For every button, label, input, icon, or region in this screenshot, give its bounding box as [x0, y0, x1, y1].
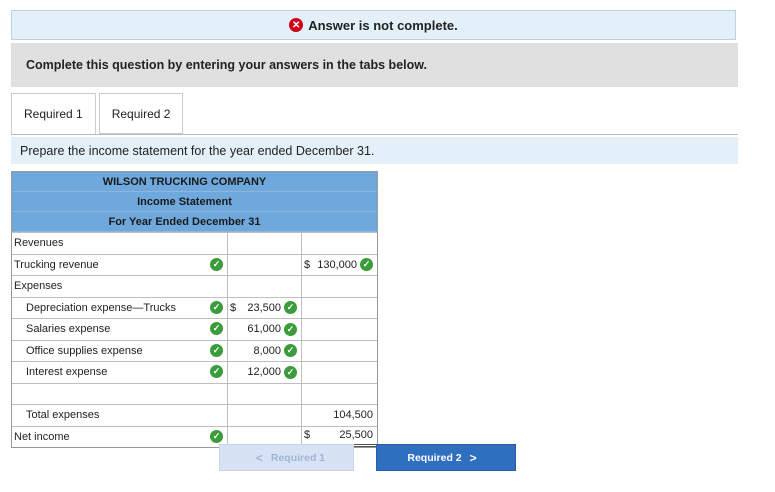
- depreciation-col2[interactable]: [301, 297, 377, 318]
- interest-col2[interactable]: [301, 362, 377, 383]
- tab-bar: Required 1 Required 2: [11, 93, 186, 135]
- office-supplies-account[interactable]: Office supplies expense ✓: [12, 341, 227, 362]
- check-icon: ✓: [210, 429, 223, 443]
- company-name: WILSON TRUCKING COMPANY: [12, 172, 377, 192]
- check-icon: ✓: [210, 365, 223, 378]
- interest-amount[interactable]: 12,000 ✓: [227, 362, 301, 383]
- check-icon: ✓: [210, 257, 223, 271]
- check-icon: ✓: [360, 258, 373, 272]
- trucking-revenue-row: Trucking revenue ✓ $ 130,000 ✓: [12, 253, 377, 276]
- question-prompt: Prepare the income statement for the yea…: [11, 137, 738, 164]
- interest-row: Interest expense ✓ 12,000 ✓: [12, 361, 377, 383]
- total-expenses-row: Total expenses 104,500: [12, 404, 377, 426]
- blank-col1[interactable]: [227, 383, 301, 404]
- tab-divider: [11, 134, 738, 135]
- check-icon: ✓: [284, 322, 297, 336]
- instructions: Complete this question by entering your …: [11, 43, 738, 87]
- office-supplies-amount[interactable]: 8,000 ✓: [227, 340, 301, 361]
- chevron-left-icon: <: [255, 450, 263, 465]
- trucking-revenue-account[interactable]: Trucking revenue ✓: [12, 255, 227, 276]
- office-supplies-row: Office supplies expense ✓ 8,000 ✓: [12, 339, 377, 362]
- blank-row: [12, 382, 377, 405]
- revenues-label: Revenues: [14, 237, 64, 250]
- check-icon: ✓: [210, 322, 223, 335]
- check-icon: ✓: [210, 343, 223, 357]
- office-supplies-col2[interactable]: [301, 340, 377, 361]
- x-circle-icon: ✕: [289, 18, 304, 32]
- trucking-revenue-col1[interactable]: [227, 254, 301, 275]
- revenues-heading-row: Revenues: [12, 232, 377, 254]
- currency-symbol: $: [304, 429, 311, 442]
- check-icon: ✓: [210, 300, 223, 314]
- income-statement-table: WILSON TRUCKING COMPANY Income Statement…: [11, 171, 378, 448]
- depreciation-row: Depreciation expense—Trucks ✓ $ 23,500 ✓: [12, 296, 377, 319]
- interest-account[interactable]: Interest expense ✓: [12, 362, 227, 383]
- depreciation-account[interactable]: Depreciation expense—Trucks ✓: [12, 298, 227, 319]
- blank-account[interactable]: [12, 384, 227, 405]
- expenses-label: Expenses: [14, 280, 63, 293]
- banner-text: Answer is not complete.: [308, 17, 458, 33]
- salaries-amount[interactable]: 61,000 ✓: [227, 319, 301, 340]
- next-required-2-button[interactable]: Required 2 >: [376, 444, 516, 471]
- statement-period: For Year Ended December 31: [12, 212, 377, 232]
- total-expenses-label: Total expenses: [26, 409, 100, 422]
- depreciation-amount[interactable]: $ 23,500 ✓: [227, 297, 301, 318]
- chevron-right-icon: >: [469, 450, 477, 465]
- trucking-revenue-amount[interactable]: $ 130,000 ✓: [301, 254, 377, 275]
- check-icon: ✓: [284, 344, 297, 358]
- tab-required-2[interactable]: Required 2: [98, 93, 184, 134]
- answer-status-banner: ✕ Answer is not complete.: [11, 10, 736, 40]
- salaries-col2[interactable]: [301, 319, 377, 340]
- statement-title: Income Statement: [12, 192, 377, 212]
- currency-symbol: $: [304, 258, 311, 271]
- salaries-row: Salaries expense ✓ 61,000 ✓: [12, 318, 377, 340]
- check-icon: ✓: [284, 301, 297, 315]
- tab-required-1[interactable]: Required 1: [11, 93, 96, 135]
- expenses-heading-row: Expenses: [12, 275, 377, 297]
- blank-col2[interactable]: [301, 383, 377, 404]
- currency-symbol: $: [230, 301, 237, 314]
- salaries-account[interactable]: Salaries expense ✓: [12, 319, 227, 340]
- total-expenses-amount: 104,500: [301, 405, 377, 426]
- check-icon: ✓: [284, 365, 297, 379]
- prev-required-1-button[interactable]: < Required 1: [219, 444, 354, 471]
- net-income-account[interactable]: Net income ✓: [12, 427, 227, 448]
